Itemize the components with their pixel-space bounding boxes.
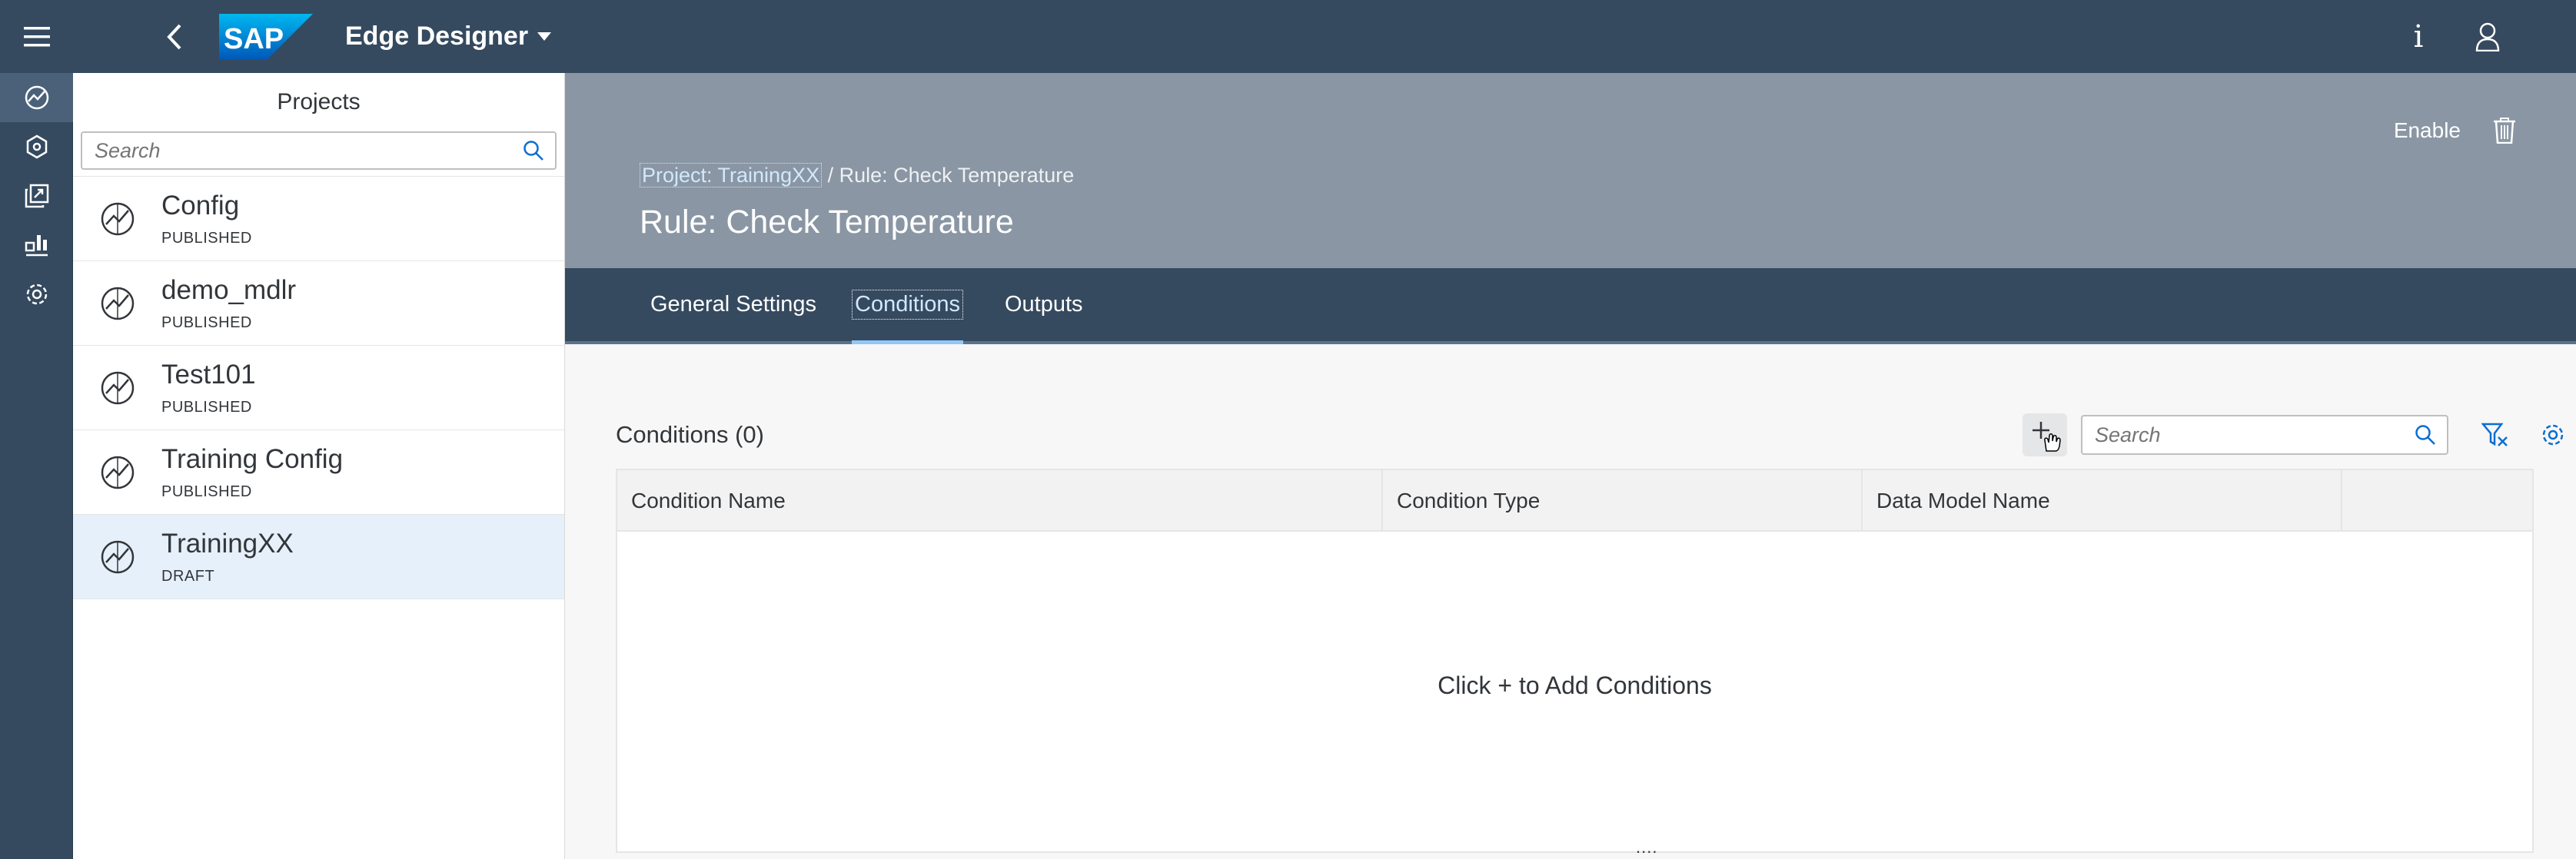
tab-bar: General Settings Conditions Outputs bbox=[565, 268, 2576, 344]
hamburger-icon bbox=[23, 26, 50, 46]
delete-button[interactable] bbox=[2478, 104, 2531, 158]
project-status: PUBLISHED bbox=[161, 399, 252, 416]
conditions-table: Condition Name Condition Type Data Model… bbox=[616, 469, 2534, 857]
gear-icon bbox=[2542, 424, 2564, 446]
settings-gear-icon bbox=[26, 284, 47, 305]
column-header-condition-type[interactable]: Condition Type bbox=[1383, 470, 1863, 532]
project-icon bbox=[101, 287, 134, 320]
trash-icon bbox=[2494, 118, 2515, 144]
side-navigation bbox=[0, 73, 73, 859]
export-icon bbox=[25, 184, 48, 208]
project-name: demo_mdlr bbox=[161, 275, 297, 305]
sap-logo[interactable]: SAP bbox=[219, 13, 313, 60]
project-name: Test101 bbox=[161, 360, 256, 390]
hamburger-menu-button[interactable] bbox=[0, 0, 73, 73]
nav-item-projects[interactable] bbox=[0, 73, 73, 122]
search-icon[interactable] bbox=[2415, 424, 2436, 446]
tab-label: General Settings bbox=[650, 292, 817, 317]
nav-item-export[interactable] bbox=[0, 171, 73, 221]
projects-search-input[interactable] bbox=[95, 138, 494, 163]
object-header: Project: TrainingXX / Rule: Check Temper… bbox=[565, 73, 2576, 268]
table-toolbar: Conditions (0) bbox=[616, 413, 2564, 456]
add-icon bbox=[2033, 422, 2061, 452]
resize-grip[interactable]: .... bbox=[1636, 837, 1657, 857]
tab-label: Outputs bbox=[1005, 292, 1083, 317]
project-item-training-config[interactable]: Training Config PUBLISHED bbox=[73, 430, 564, 515]
breadcrumb: Project: TrainingXX / Rule: Check Temper… bbox=[640, 163, 1075, 187]
project-icon bbox=[101, 456, 134, 489]
project-status: DRAFT bbox=[161, 568, 215, 585]
clear-filter-icon bbox=[2481, 423, 2508, 446]
project-icon bbox=[25, 85, 48, 110]
project-item-demo-mdlr[interactable]: demo_mdlr PUBLISHED bbox=[73, 261, 564, 346]
clear-filter-button[interactable] bbox=[2472, 413, 2518, 456]
table-title: Conditions (0) bbox=[616, 421, 764, 448]
conditions-section: Conditions (0) Search Condition Name Con… bbox=[565, 344, 2576, 859]
projects-panel: Projects Config PUBLISHED demo_mdlr PUBL… bbox=[73, 73, 565, 859]
table-header: Condition Name Condition Type Data Model… bbox=[617, 470, 2532, 532]
info-icon: i bbox=[2413, 18, 2424, 55]
user-button[interactable] bbox=[2453, 0, 2522, 73]
user-icon bbox=[2475, 22, 2500, 51]
add-condition-button[interactable] bbox=[2023, 413, 2067, 456]
project-icon bbox=[101, 371, 134, 404]
project-icon bbox=[101, 202, 134, 235]
project-status: PUBLISHED bbox=[161, 314, 252, 331]
projects-list: Config PUBLISHED demo_mdlr PUBLISHED Tes… bbox=[73, 176, 564, 599]
project-name: Config bbox=[161, 191, 240, 221]
caret-down-icon bbox=[537, 32, 552, 41]
table-settings-button[interactable] bbox=[2530, 413, 2576, 456]
app-title-menu[interactable]: Edge Designer bbox=[345, 22, 552, 51]
project-name: Training Config bbox=[161, 444, 344, 474]
tab-conditions[interactable]: Conditions bbox=[852, 268, 964, 344]
back-button[interactable] bbox=[144, 0, 205, 73]
shell-bar: SAP Edge Designer i bbox=[0, 0, 2576, 73]
project-name: TrainingXX bbox=[161, 529, 294, 559]
conditions-search[interactable] bbox=[2081, 415, 2448, 455]
enable-button[interactable]: Enable bbox=[2394, 104, 2461, 158]
tab-outputs[interactable]: Outputs bbox=[1005, 268, 1083, 341]
app-title: Edge Designer bbox=[345, 22, 529, 51]
project-icon bbox=[101, 540, 134, 573]
column-header-data-model-name[interactable]: Data Model Name bbox=[1863, 470, 2342, 532]
svg-text:SAP: SAP bbox=[224, 23, 284, 55]
tab-label: Conditions bbox=[852, 290, 964, 320]
projects-title: Projects bbox=[277, 89, 361, 114]
project-item-config[interactable]: Config PUBLISHED bbox=[73, 177, 564, 261]
tab-general-settings[interactable]: General Settings bbox=[650, 268, 816, 341]
info-button[interactable]: i bbox=[2384, 0, 2453, 73]
project-item-test101[interactable]: Test101 PUBLISHED bbox=[73, 346, 564, 430]
breadcrumb-project-link[interactable]: Project: TrainingXX bbox=[640, 163, 823, 187]
model-icon bbox=[26, 134, 47, 159]
page-title: Rule: Check Temperature bbox=[640, 204, 1014, 240]
nav-item-models[interactable] bbox=[0, 122, 73, 171]
empty-table-message: Click + to Add Conditions bbox=[1438, 671, 1712, 699]
project-status: PUBLISHED bbox=[161, 483, 252, 500]
projects-search[interactable] bbox=[81, 131, 557, 170]
column-header-actions bbox=[2342, 470, 2532, 532]
column-header-condition-name[interactable]: Condition Name bbox=[617, 470, 1383, 532]
search-icon[interactable] bbox=[523, 140, 544, 161]
nav-item-dashboard[interactable] bbox=[0, 221, 73, 270]
project-item-trainingxx[interactable]: TrainingXX DRAFT bbox=[73, 515, 564, 599]
project-status: PUBLISHED bbox=[161, 230, 252, 247]
dashboard-icon bbox=[25, 235, 48, 257]
nav-item-settings[interactable] bbox=[0, 270, 73, 319]
conditions-search-input[interactable] bbox=[2095, 423, 2387, 447]
breadcrumb-current: / Rule: Check Temperature bbox=[822, 164, 1075, 187]
back-icon bbox=[167, 24, 181, 49]
